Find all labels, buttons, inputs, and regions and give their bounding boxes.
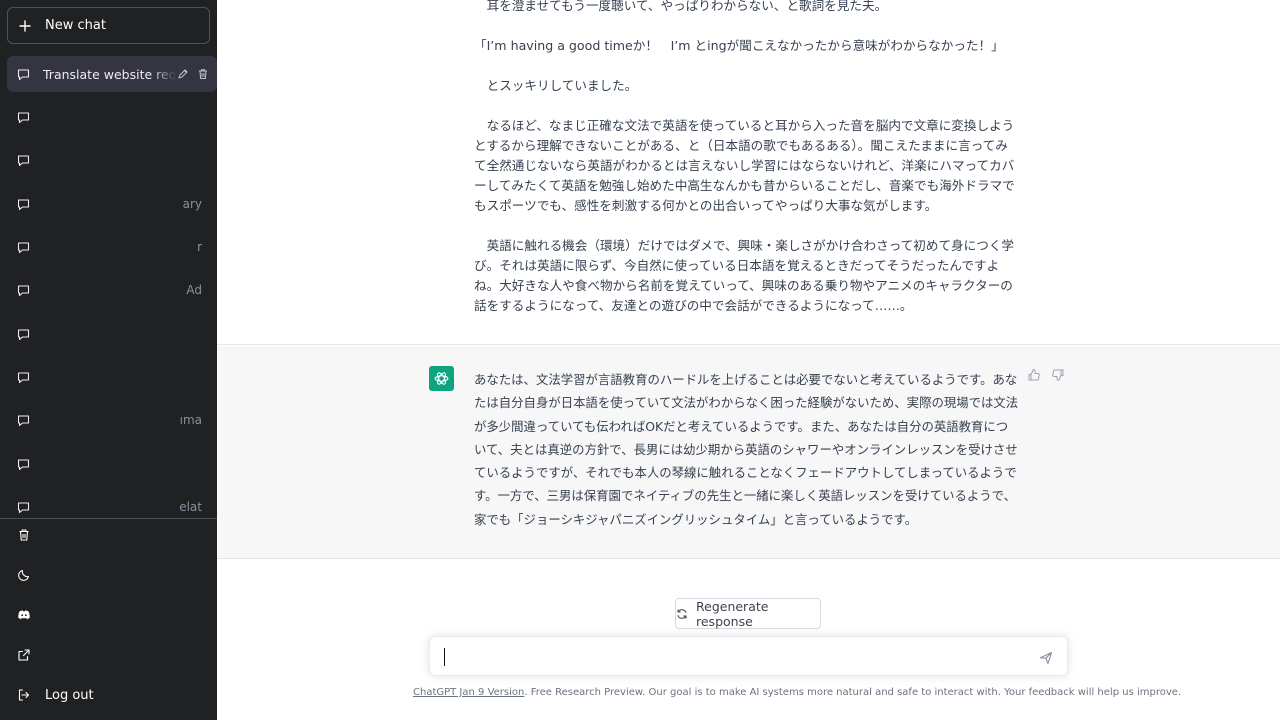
text-caret bbox=[444, 648, 445, 666]
conversation-title-fragment: Ad bbox=[186, 283, 202, 297]
user-message: 耳を澄ませてもう一度聴いて、やっぱりわからない、と歌詞を見た夫。 「I’m ha… bbox=[217, 0, 1280, 345]
message-paragraph: なるほど、なまじ正確な文法で英語を使っていると耳から入った音を脳内で文章に変換し… bbox=[474, 118, 1015, 213]
conversation-item[interactable] bbox=[7, 359, 217, 395]
logout-button[interactable]: Log out bbox=[7, 677, 210, 713]
assistant-message: あなたは、文法学習が言語教育のハードルを上げることは必要でないと考えているようで… bbox=[217, 346, 1280, 559]
dark-mode-toggle[interactable] bbox=[7, 557, 210, 593]
edit-icon[interactable] bbox=[177, 68, 189, 80]
message-paragraph: 耳を澄ませてもう一度聴いて、やっぱりわからない、と歌詞を見た夫。 bbox=[474, 0, 888, 13]
discord-button[interactable] bbox=[7, 597, 210, 633]
message-paragraph: とスッキリしていました。 bbox=[474, 78, 638, 93]
trash-icon bbox=[17, 528, 31, 542]
chat-main: 耳を澄ませてもう一度聴いて、やっぱりわからない、と歌詞を見た夫。 「I’m ha… bbox=[217, 0, 1280, 720]
message-input[interactable] bbox=[442, 646, 1022, 668]
conversation-item[interactable]: ary bbox=[7, 186, 217, 222]
conversation-item[interactable] bbox=[7, 142, 217, 178]
logout-icon bbox=[17, 688, 31, 702]
trash-icon[interactable] bbox=[197, 68, 209, 80]
footer-text: . Free Research Preview. Our goal is to … bbox=[524, 687, 1182, 698]
conversation-item[interactable]: ıma bbox=[7, 402, 217, 438]
conversation-item[interactable] bbox=[7, 316, 217, 352]
chat-bubble-icon bbox=[17, 198, 30, 211]
chatgpt-avatar-icon bbox=[429, 366, 454, 391]
conversation-item[interactable] bbox=[7, 99, 217, 135]
conversation-item[interactable]: r bbox=[7, 229, 217, 265]
chat-bubble-icon bbox=[17, 328, 30, 341]
logout-label: Log out bbox=[45, 687, 94, 703]
conversation-title-fragment: ıma bbox=[179, 413, 202, 427]
assistant-message-text: あなたは、文法学習が言語教育のハードルを上げることは必要でないと考えているようで… bbox=[474, 372, 1019, 527]
thumbs-up-icon[interactable] bbox=[1027, 368, 1041, 382]
conversation-item[interactable] bbox=[7, 446, 217, 482]
discord-icon bbox=[17, 608, 31, 622]
version-link[interactable]: ChatGPT Jan 9 Version bbox=[413, 687, 524, 698]
thumbs-down-icon[interactable] bbox=[1051, 368, 1065, 382]
chat-bubble-icon bbox=[17, 68, 30, 81]
chat-bubble-icon bbox=[17, 284, 30, 297]
clear-conversations-button[interactable] bbox=[7, 517, 210, 553]
conversation-title-fragment: ary bbox=[182, 197, 202, 211]
conversation-title: Translate website reques bbox=[43, 66, 177, 82]
plus-icon bbox=[19, 19, 31, 32]
moon-icon bbox=[17, 568, 31, 582]
chat-bubble-icon bbox=[17, 111, 30, 124]
message-composer bbox=[429, 636, 1068, 676]
message-paragraph: 英語に触れる機会（環境）だけではダメで、興味・楽しさがかけ合わさって初めて身につ… bbox=[474, 238, 1015, 313]
new-chat-button[interactable]: New chat bbox=[7, 7, 210, 44]
conversation-title-fragment: r bbox=[197, 240, 202, 254]
conversation-title-fragment: elat bbox=[179, 500, 202, 514]
regenerate-response-button[interactable]: Regenerate response bbox=[675, 598, 821, 629]
regenerate-label: Regenerate response bbox=[696, 598, 769, 629]
sidebar: New chat Translate website reques ary r bbox=[0, 0, 217, 720]
chat-bubble-icon bbox=[17, 154, 30, 167]
conversation-item-active[interactable]: Translate website reques bbox=[7, 56, 217, 92]
conversation-item[interactable]: Ad bbox=[7, 272, 217, 308]
refresh-icon bbox=[676, 608, 688, 620]
send-icon[interactable] bbox=[1039, 651, 1053, 665]
chat-bubble-icon bbox=[17, 371, 30, 384]
updates-faq-button[interactable] bbox=[7, 637, 210, 673]
user-message-text: 耳を澄ませてもう一度聴いて、やっぱりわからない、と歌詞を見た夫。 「I’m ha… bbox=[474, 0, 1019, 336]
new-chat-label: New chat bbox=[45, 18, 106, 33]
chat-bubble-icon bbox=[17, 458, 30, 471]
chat-bubble-icon bbox=[17, 414, 30, 427]
feedback-buttons bbox=[1027, 368, 1065, 382]
chat-bubble-icon bbox=[17, 501, 30, 514]
message-paragraph: 「I’m having a good timeか！ I’m とingが聞こえなか… bbox=[474, 38, 1004, 53]
chat-bubble-icon bbox=[17, 241, 30, 254]
footer-disclaimer: ChatGPT Jan 9 Version. Free Research Pre… bbox=[413, 687, 1181, 698]
external-link-icon bbox=[17, 648, 31, 662]
